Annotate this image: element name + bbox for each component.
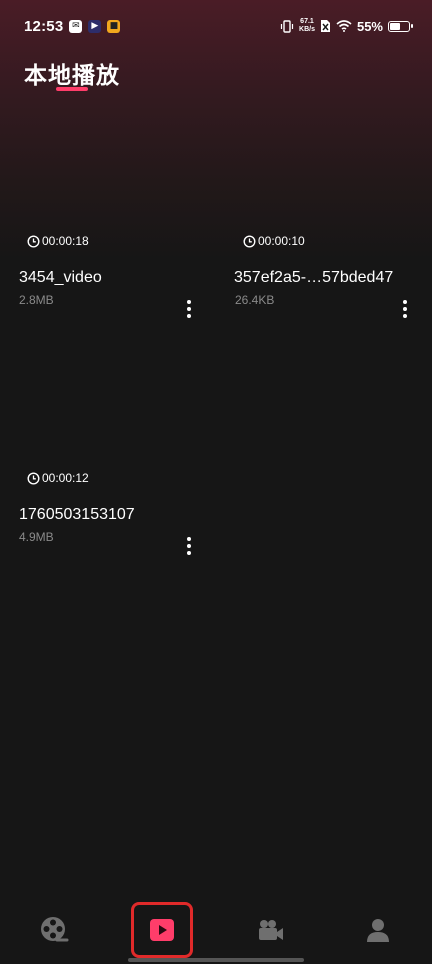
mail-app-icon: ✉	[69, 19, 83, 33]
player-app-icon: ▶	[88, 19, 102, 33]
status-time: 12:53	[24, 17, 64, 35]
status-bar: 12:53 ✉ ▶ ■ 67.1 KB/s 55%	[0, 0, 432, 52]
clock-icon	[243, 234, 256, 248]
video-duration: 00:00:10	[243, 234, 305, 248]
duration-text: 00:00:10	[258, 234, 305, 248]
nav-item-films[interactable]	[24, 900, 84, 960]
nav-item-local-play[interactable]	[131, 902, 194, 958]
video-size: 2.8MB	[19, 293, 54, 307]
play-icon	[150, 919, 175, 941]
duration-text: 00:00:12	[42, 471, 89, 485]
more-options-button[interactable]	[179, 297, 199, 321]
person-icon	[367, 919, 390, 942]
vibrate-icon	[280, 19, 294, 33]
video-name: 3454_video	[19, 269, 102, 286]
network-speed: 67.1 KB/s	[299, 18, 315, 34]
clock-icon	[27, 234, 40, 248]
more-options-button[interactable]	[179, 534, 199, 558]
nav-item-profile[interactable]	[348, 900, 408, 960]
video-camera-icon	[258, 920, 283, 940]
battery-percent: 55%	[356, 18, 383, 34]
more-options-button[interactable]	[395, 297, 415, 321]
video-duration: 00:00:18	[27, 234, 89, 248]
status-bar-left: 12:53 ✉ ▶ ■	[24, 17, 121, 35]
wifi-icon	[336, 20, 352, 32]
battery-level	[390, 22, 400, 30]
network-speed-value: 67.1	[300, 18, 314, 25]
network-speed-unit: KB/s	[299, 26, 315, 33]
no-sim-icon	[320, 20, 330, 32]
battery-icon	[388, 20, 413, 32]
status-bar-right: 67.1 KB/s 55%	[280, 18, 413, 34]
bottom-navigation	[0, 896, 432, 964]
video-size: 4.9MB	[19, 530, 54, 544]
page-title: 本地播放	[24, 63, 120, 89]
nav-item-recording[interactable]	[241, 900, 301, 960]
video-name: 357ef2a5-…57bded47	[234, 269, 394, 286]
video-name: 1760503153107	[19, 506, 135, 523]
duration-text: 00:00:18	[42, 234, 89, 248]
video-duration: 00:00:12	[27, 471, 89, 485]
home-indicator	[128, 958, 304, 962]
clock-icon	[27, 471, 40, 485]
film-reel-icon	[40, 917, 69, 942]
camera-app-icon: ■	[107, 19, 121, 33]
video-size: 26.4KB	[235, 293, 275, 307]
title-underline	[56, 87, 88, 91]
